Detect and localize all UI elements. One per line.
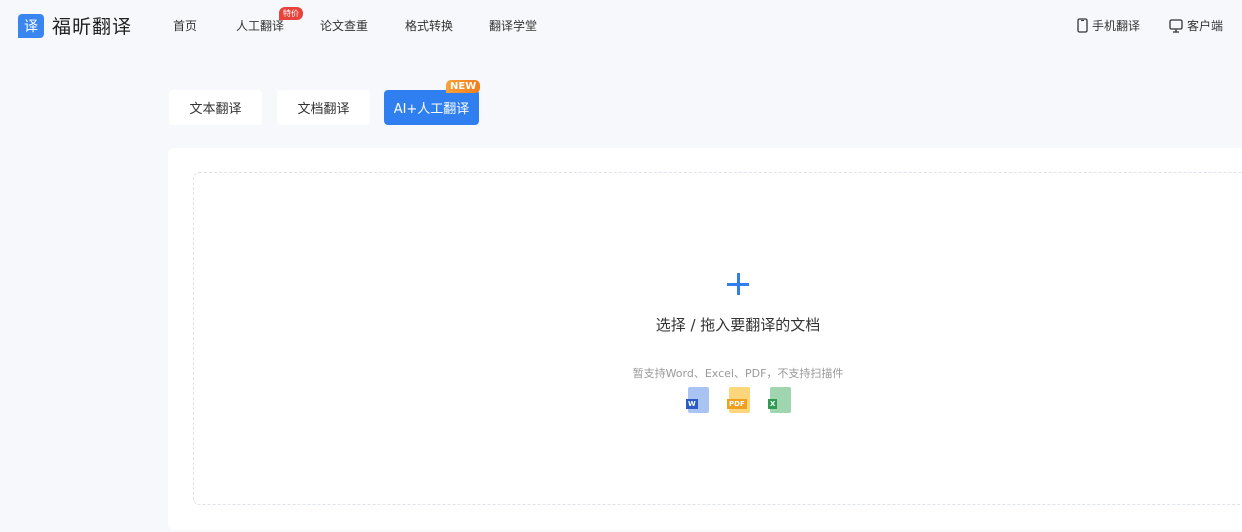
nav-human-translation[interactable]: 人工翻译 bbox=[236, 17, 284, 34]
logo-icon: 译 bbox=[18, 13, 44, 38]
plus-icon[interactable] bbox=[725, 271, 751, 297]
sale-badge: 特价 bbox=[279, 7, 303, 20]
top-nav: 译 福昕翻译 首页 人工翻译 特价 论文查重 格式转换 翻译学堂 手机翻译 客户… bbox=[0, 0, 1242, 50]
tab-text-translation[interactable]: 文本翻译 bbox=[169, 90, 262, 125]
pdf-file-icon: PDF bbox=[727, 387, 750, 413]
phone-icon bbox=[1077, 18, 1088, 33]
tab-ai-human-translation[interactable]: AI+人工翻译 bbox=[384, 90, 479, 125]
nav-plagiarism-check[interactable]: 论文查重 bbox=[320, 17, 368, 34]
logo[interactable]: 译 福昕翻译 bbox=[18, 12, 132, 39]
monitor-icon bbox=[1169, 18, 1183, 33]
desktop-client-label: 客户端 bbox=[1187, 19, 1224, 33]
word-file-icon: W bbox=[686, 387, 709, 413]
nav-home[interactable]: 首页 bbox=[173, 17, 197, 34]
upload-title[interactable]: 选择 / 拖入要翻译的文档 bbox=[0, 314, 1242, 335]
mobile-translation-label: 手机翻译 bbox=[1092, 19, 1141, 33]
nav-translation-academy[interactable]: 翻译学堂 bbox=[489, 17, 537, 34]
logo-text: 福昕翻译 bbox=[52, 16, 133, 38]
upload-hint: 暂支持Word、Excel、PDF，不支持扫描件 bbox=[632, 367, 844, 380]
desktop-client-link[interactable]: 客户端 bbox=[1169, 17, 1223, 34]
file-drop-zone[interactable] bbox=[193, 172, 1242, 505]
nav-format-conversion[interactable]: 格式转换 bbox=[405, 17, 453, 34]
mobile-translation-link[interactable]: 手机翻译 bbox=[1077, 17, 1140, 34]
tab-document-translation[interactable]: 文档翻译 bbox=[277, 90, 370, 125]
new-badge: NEW bbox=[446, 80, 481, 93]
excel-file-icon: X bbox=[768, 387, 791, 413]
